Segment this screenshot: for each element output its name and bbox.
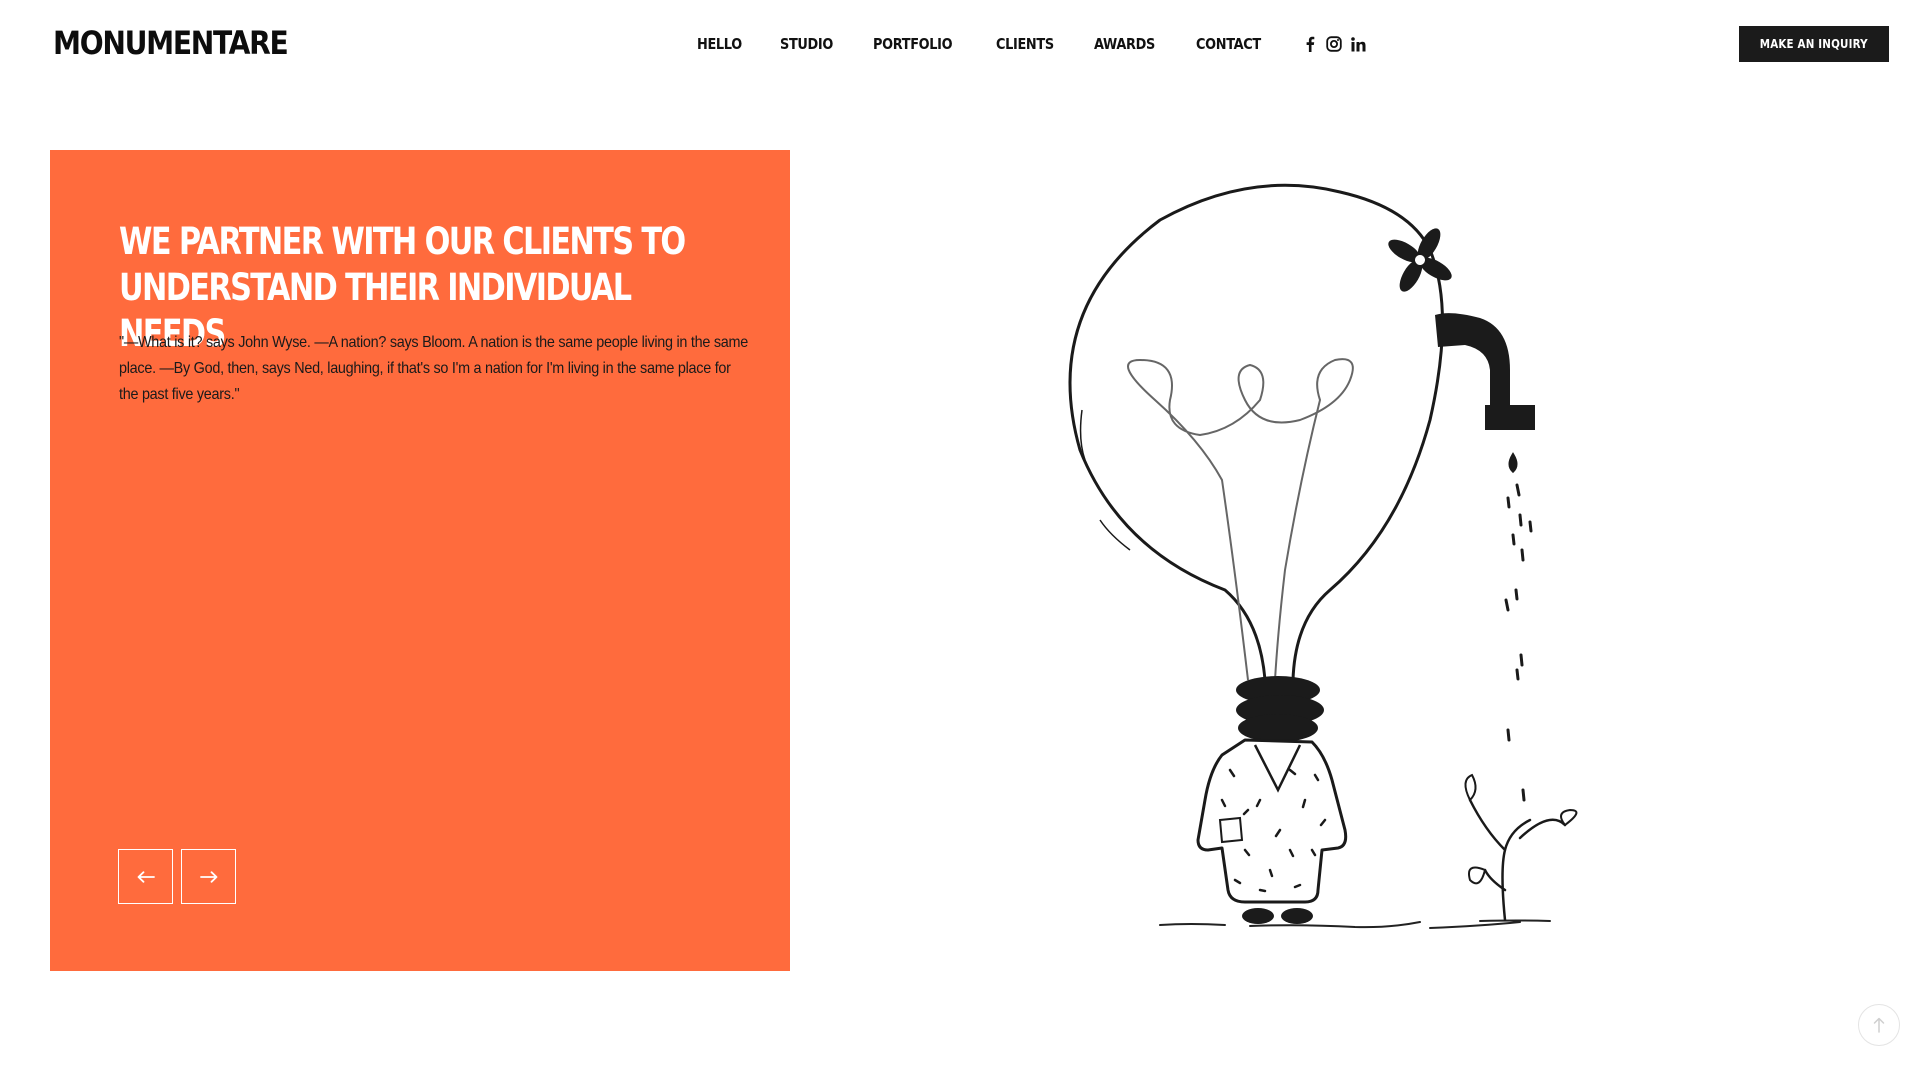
make-inquiry-button[interactable]: MAKE AN INQUIRY (1739, 26, 1889, 62)
facebook-icon[interactable] (1298, 32, 1322, 56)
nav-item-clients[interactable]: CLIENTS (996, 35, 1054, 53)
scroll-to-top-button[interactable] (1858, 1004, 1900, 1046)
social-links (1298, 32, 1370, 56)
main-nav: HELLO STUDIO PORTFOLIO CLIENTS AWARDS CO… (697, 32, 1370, 56)
nav-item-hello[interactable]: HELLO (697, 35, 742, 53)
hero-quote: "—What is it? says John Wyse. —A nation?… (119, 334, 748, 403)
arrow-up-icon (1873, 1017, 1885, 1033)
site-header: MONUMENTARE HELLO STUDIO PORTFOLIO CLIEN… (0, 0, 1920, 90)
nav-item-portfolio[interactable]: PORTFOLIO (873, 35, 953, 53)
prev-slide-button[interactable] (118, 849, 173, 904)
slider-controls (118, 849, 236, 904)
arrow-right-icon (199, 870, 217, 883)
hero-panel: WE PARTNER WITH OUR CLIENTS TO UNDERSTAN… (50, 150, 790, 971)
nav-item-studio[interactable]: STUDIO (780, 35, 833, 53)
arrow-left-icon (137, 870, 155, 883)
next-slide-button[interactable] (181, 849, 236, 904)
nav-item-awards[interactable]: AWARDS (1094, 35, 1155, 53)
nav-item-contact[interactable]: CONTACT (1196, 35, 1261, 53)
brand-logo[interactable]: MONUMENTARE (53, 24, 289, 62)
instagram-icon[interactable] (1322, 32, 1346, 56)
linkedin-icon[interactable] (1346, 32, 1370, 56)
make-inquiry-label: MAKE AN INQUIRY (1759, 37, 1869, 51)
lightbulb-person-illustration (960, 150, 1660, 970)
